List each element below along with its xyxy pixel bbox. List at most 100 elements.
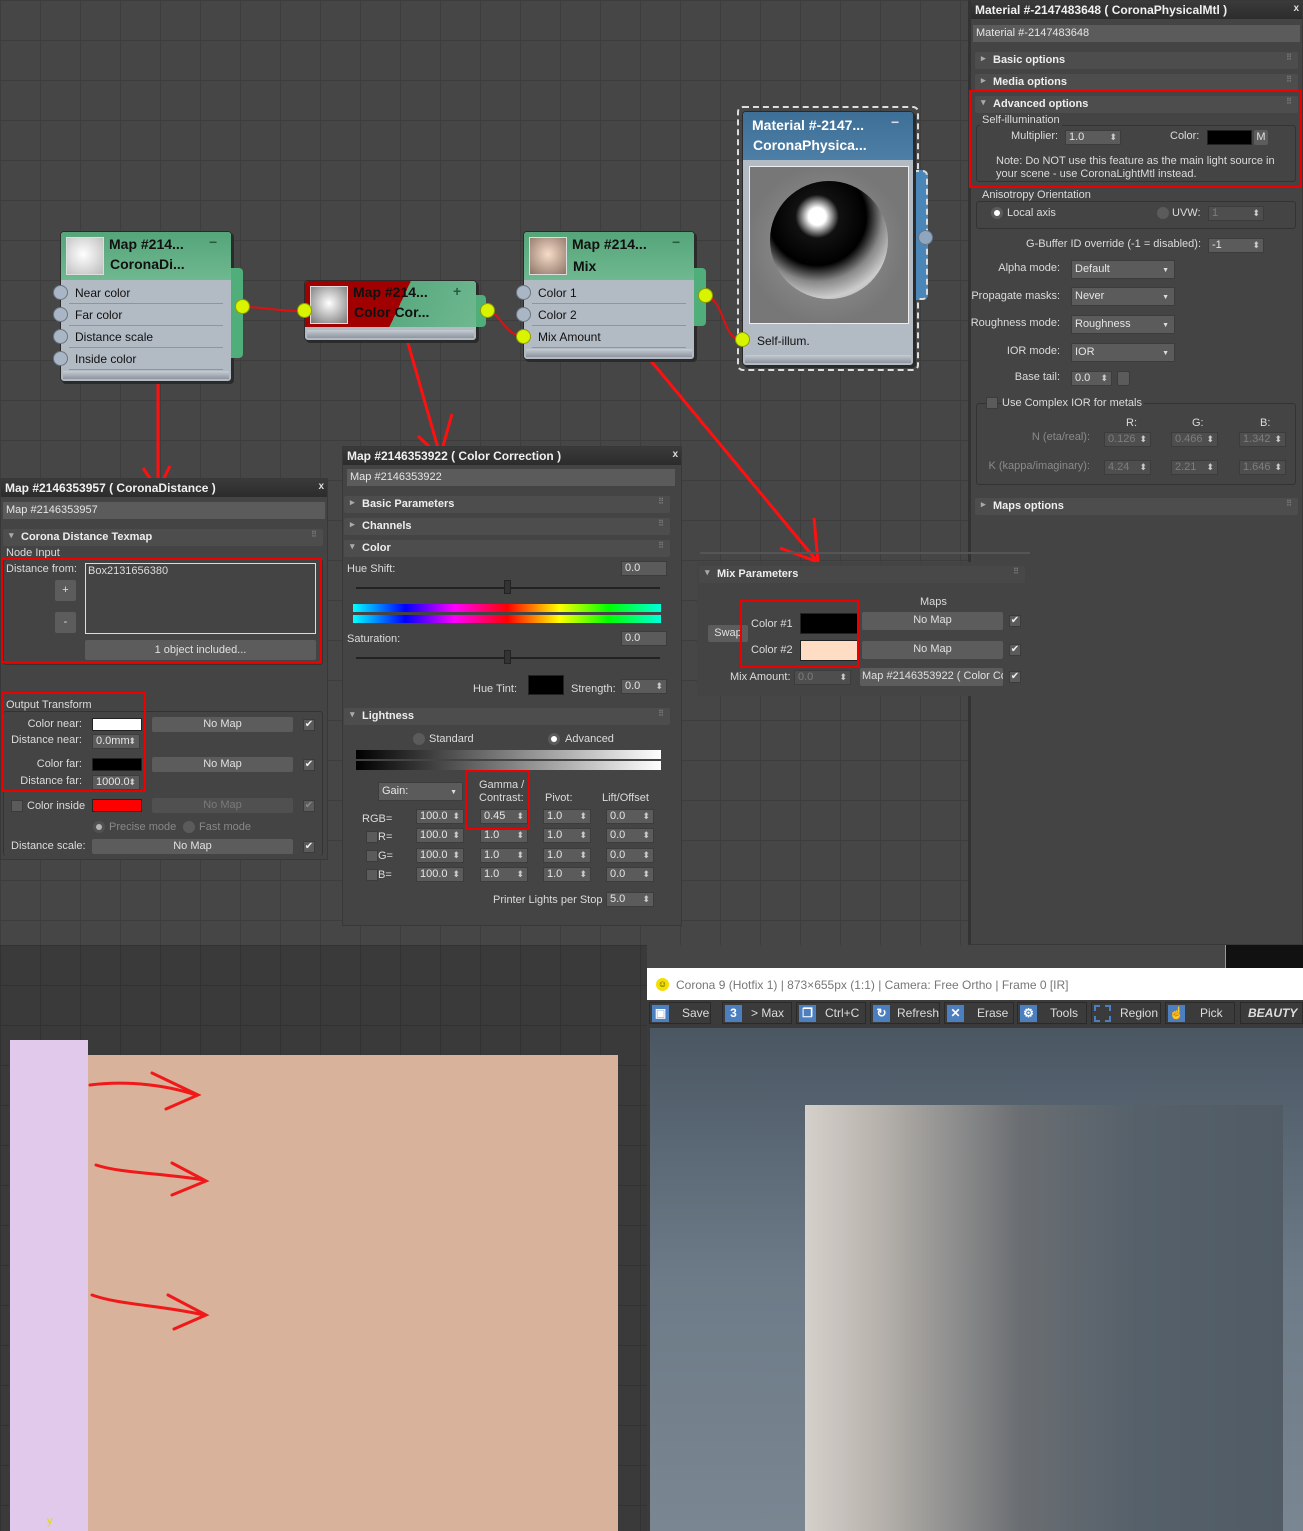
color-inside-checkbox[interactable] xyxy=(11,800,23,812)
hue-shift-field[interactable]: 0.0 xyxy=(621,561,667,576)
r-enable-checkbox[interactable] xyxy=(366,831,378,843)
color-far-map-checkbox[interactable]: ✔ xyxy=(303,759,315,771)
base-tail-spinner[interactable]: 0.0 xyxy=(1071,371,1112,386)
b-enable-checkbox[interactable] xyxy=(366,869,378,881)
g-pivot-spinner[interactable]: 1.0 xyxy=(543,848,591,863)
collapse-button[interactable]: − xyxy=(891,112,899,133)
remove-object-button[interactable]: - xyxy=(55,612,76,633)
rollout-basic-parameters[interactable]: Basic Parameters xyxy=(344,496,670,513)
mix-amount-spinner[interactable]: 0.0 xyxy=(794,670,851,685)
rollout-maps-options[interactable]: Maps options xyxy=(975,498,1298,515)
node-color-correction[interactable]: Map #214... Color Cor... + xyxy=(304,280,477,341)
distance-scale-map-button[interactable]: No Map xyxy=(92,839,293,854)
color-inside-map-button[interactable]: No Map xyxy=(152,798,293,813)
node-material[interactable]: Material #-2147... CoronaPhysica... − Se… xyxy=(742,111,914,366)
fast-mode-radio[interactable] xyxy=(183,821,195,833)
b-pivot-spinner[interactable]: 1.0 xyxy=(543,867,591,882)
material-name-field[interactable]: Material #-2147483648 xyxy=(973,25,1300,42)
rollout-lightness[interactable]: Lightness xyxy=(344,708,670,725)
hue-shift-slider-thumb[interactable] xyxy=(504,580,511,594)
rgb-gain-spinner[interactable]: 100.0 xyxy=(416,809,464,824)
vfb-render-image[interactable] xyxy=(650,1028,1303,1531)
add-object-button[interactable]: + xyxy=(55,580,76,601)
list-item[interactable]: Box2131656380 xyxy=(88,565,168,577)
saturation-field[interactable]: 0.0 xyxy=(621,631,667,646)
color-near-swatch[interactable] xyxy=(92,718,142,731)
rgb-pivot-spinner[interactable]: 1.0 xyxy=(543,809,591,824)
strength-spinner[interactable]: 0.0 xyxy=(621,679,667,694)
color-near-map-button[interactable]: No Map xyxy=(152,717,293,732)
color-far-map-button[interactable]: No Map xyxy=(152,757,293,772)
b-lift-spinner[interactable]: 0.0 xyxy=(606,867,654,882)
g-gamma-spinner[interactable]: 1.0 xyxy=(480,848,528,863)
standard-radio[interactable] xyxy=(413,733,425,745)
distance-far-spinner[interactable]: 1000.0 xyxy=(92,775,140,790)
socket-color-2[interactable] xyxy=(516,307,531,322)
advanced-radio[interactable] xyxy=(548,733,560,745)
socket-input[interactable] xyxy=(297,303,312,318)
rollout-color[interactable]: Color xyxy=(344,540,670,557)
map-name-field[interactable]: Map #2146353957 xyxy=(3,502,325,519)
distance-scale-map-checkbox[interactable]: ✔ xyxy=(303,841,315,853)
precise-mode-radio[interactable] xyxy=(93,821,105,833)
socket-far-color[interactable] xyxy=(53,307,68,322)
rgb-lift-spinner[interactable]: 0.0 xyxy=(606,809,654,824)
swap-button[interactable]: Swap xyxy=(708,625,748,642)
node-corona-distance[interactable]: Map #214... CoronaDi... − Near color Far… xyxy=(60,231,232,382)
hue-tint-swatch[interactable] xyxy=(528,675,564,695)
color-inside-map-checkbox[interactable]: ✔ xyxy=(303,800,315,812)
b-gain-spinner[interactable]: 100.0 xyxy=(416,867,464,882)
color-1-swatch[interactable] xyxy=(800,613,858,634)
rgb-gamma-spinner[interactable]: 0.45 xyxy=(480,809,528,824)
refresh-button[interactable]: ↻ Refresh xyxy=(870,1002,940,1024)
propagate-masks-dropdown[interactable]: Never xyxy=(1071,287,1175,306)
self-illum-map-button[interactable]: M xyxy=(1254,130,1268,145)
rollout-media-options[interactable]: Media options xyxy=(975,74,1298,91)
socket-inside-color[interactable] xyxy=(53,351,68,366)
socket-output[interactable] xyxy=(235,299,250,314)
color-2-map-button[interactable]: No Map xyxy=(862,641,1003,659)
tools-button[interactable]: ⚙ Tools xyxy=(1017,1002,1087,1024)
socket-color-1[interactable] xyxy=(516,285,531,300)
r-lift-spinner[interactable]: 0.0 xyxy=(606,828,654,843)
saturation-slider-thumb[interactable] xyxy=(504,650,511,664)
ior-mode-dropdown[interactable]: IOR xyxy=(1071,343,1175,362)
r-gain-spinner[interactable]: 100.0 xyxy=(416,828,464,843)
collapse-button[interactable]: − xyxy=(672,232,680,253)
close-button[interactable]: x xyxy=(1293,3,1299,14)
color-near-map-checkbox[interactable]: ✔ xyxy=(303,719,315,731)
alpha-mode-dropdown[interactable]: Default xyxy=(1071,260,1175,279)
color-far-swatch[interactable] xyxy=(92,758,142,771)
render-pass-selector[interactable]: BEAUTY xyxy=(1240,1002,1303,1024)
rollout-advanced-options[interactable]: Advanced options xyxy=(975,96,1298,113)
self-illum-color-swatch[interactable] xyxy=(1207,130,1252,145)
to-max-button[interactable]: 3 > Max xyxy=(722,1002,792,1024)
close-button[interactable]: x xyxy=(672,449,678,460)
collapse-button[interactable]: − xyxy=(209,232,217,253)
n-b-spinner[interactable]: 1.342 xyxy=(1239,432,1286,447)
objects-included-button[interactable]: 1 object included... xyxy=(85,640,316,660)
base-tail-lock-button[interactable] xyxy=(1117,371,1130,386)
expand-button[interactable]: + xyxy=(453,281,461,302)
save-button[interactable]: ▣ Save xyxy=(649,1002,711,1024)
socket-mix-amount[interactable] xyxy=(516,329,531,344)
map-name-field[interactable]: Map #2146353922 xyxy=(347,469,675,486)
pick-button[interactable]: ☝ Pick xyxy=(1165,1002,1235,1024)
roughness-mode-dropdown[interactable]: Roughness xyxy=(1071,315,1175,334)
close-button[interactable]: x xyxy=(318,481,324,492)
n-r-spinner[interactable]: 0.126 xyxy=(1104,432,1151,447)
n-g-spinner[interactable]: 0.466 xyxy=(1171,432,1218,447)
g-lift-spinner[interactable]: 0.0 xyxy=(606,848,654,863)
distance-from-list[interactable]: Box2131656380 xyxy=(85,563,316,634)
b-gamma-spinner[interactable]: 1.0 xyxy=(480,867,528,882)
node-mix[interactable]: Map #214... Mix − Color 1 Color 2 Mix Am… xyxy=(523,231,695,360)
color-2-map-checkbox[interactable]: ✔ xyxy=(1009,644,1021,656)
color-1-map-button[interactable]: No Map xyxy=(862,612,1003,630)
distance-near-spinner[interactable]: 0.0mm xyxy=(92,734,140,749)
complex-ior-checkbox[interactable] xyxy=(986,397,998,409)
gain-dropdown[interactable]: Gain: xyxy=(378,782,463,801)
g-enable-checkbox[interactable] xyxy=(366,850,378,862)
k-r-spinner[interactable]: 4.24 xyxy=(1104,460,1151,475)
mix-amount-map-checkbox[interactable]: ✔ xyxy=(1009,671,1021,683)
socket-output[interactable] xyxy=(918,230,933,245)
